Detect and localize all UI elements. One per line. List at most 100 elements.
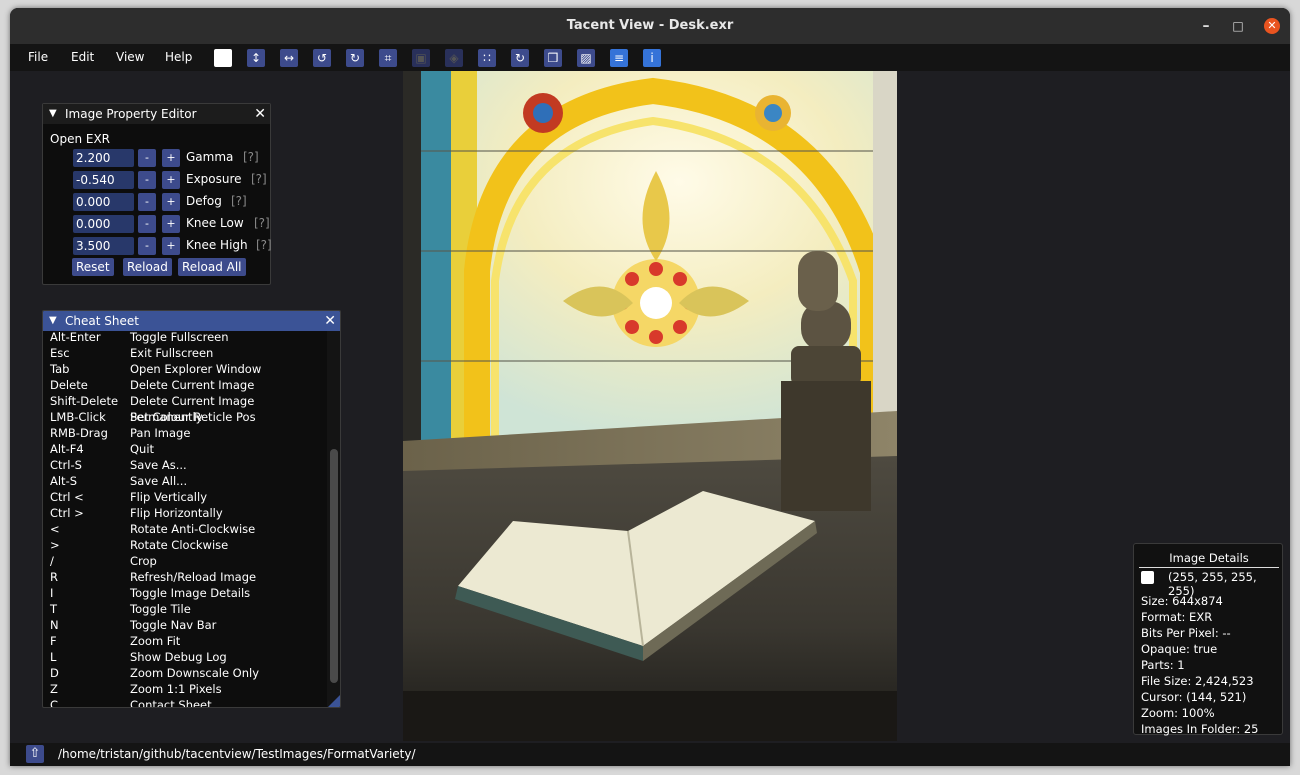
menu-bar: File Edit View Help ↕ ↔ ↺ ↻ ⌗ ▣ ◈ ∷ ↻ ❒ ▨ ≡ i	[10, 44, 1290, 71]
knee-low-label: Knee Low	[186, 216, 244, 230]
shortcut-action: Contact Sheet...	[130, 698, 223, 708]
knee-low-decrement-button[interactable]: -	[138, 215, 156, 233]
detail-line: Zoom: 100%	[1141, 706, 1215, 720]
gamma-input[interactable]: 2.200	[73, 149, 134, 167]
defog-increment-button[interactable]: +	[162, 193, 180, 211]
menu-view[interactable]: View	[116, 50, 144, 64]
knee-high-increment-button[interactable]: +	[162, 237, 180, 255]
defog-label: Defog	[186, 194, 222, 208]
knee-high-decrement-button[interactable]: -	[138, 237, 156, 255]
minimize-button[interactable]: –	[1198, 18, 1214, 34]
property-editor-close-icon[interactable]: ✕	[254, 104, 266, 124]
shortcut-key: Delete	[50, 378, 88, 392]
cheat-sheet-row: Ctrl < Flip Vertically	[43, 489, 328, 505]
reload-button[interactable]: Reload	[123, 258, 172, 276]
cheat-sheet-row: Tab Open Explorer Window	[43, 361, 328, 377]
rotate-clockwise-icon[interactable]: ↻	[346, 49, 364, 67]
menu-edit[interactable]: Edit	[71, 50, 94, 64]
resize-grip-icon[interactable]	[328, 695, 340, 707]
flip-horizontal-icon[interactable]: ↔	[280, 49, 298, 67]
rotate-anticlockwise-icon[interactable]: ↺	[313, 49, 331, 67]
defog-decrement-button[interactable]: -	[138, 193, 156, 211]
shortcut-action: Toggle Tile	[130, 602, 191, 616]
close-button[interactable]: ✕	[1264, 18, 1280, 34]
detail-line: File Size: 2,424,523	[1141, 674, 1254, 688]
property-editor-header[interactable]: ▼ Image Property Editor ✕	[43, 104, 270, 124]
shortcut-action: Rotate Clockwise	[130, 538, 229, 552]
shortcut-action: Toggle Image Details	[130, 586, 251, 600]
cheat-sheet-row: RMB-Drag Pan Image	[43, 425, 328, 441]
gamma-increment-button[interactable]: +	[162, 149, 180, 167]
colour-swatch-icon[interactable]	[214, 49, 232, 67]
window-title: Tacent View - Desk.exr	[566, 18, 734, 33]
collapse-triangle-icon[interactable]: ▼	[49, 311, 57, 331]
exposure-increment-button[interactable]: +	[162, 171, 180, 189]
cheat-sheet-scrollbar[interactable]	[327, 331, 340, 707]
detail-line: Parts: 1	[1141, 658, 1185, 672]
shortcut-key: <	[50, 522, 60, 536]
reload-all-button[interactable]: Reload All	[178, 258, 246, 276]
folder-path[interactable]: /home/tristan/github/tacentview/TestImag…	[58, 747, 416, 761]
shortcut-key: R	[50, 570, 58, 584]
help-marker[interactable]: [?]	[256, 238, 272, 252]
content-view-icon[interactable]: ▨	[577, 49, 595, 67]
menu-help[interactable]: Help	[165, 50, 192, 64]
help-marker[interactable]: [?]	[254, 216, 270, 230]
colour-swatch	[1141, 571, 1154, 584]
gamma-label: Gamma	[186, 150, 234, 164]
exposure-decrement-button[interactable]: -	[138, 171, 156, 189]
scrollbar-thumb[interactable]	[330, 449, 338, 683]
frame-icon[interactable]: ▣	[412, 49, 430, 67]
shortcut-action: Quit	[130, 442, 155, 456]
displayed-image[interactable]	[403, 71, 897, 741]
delete-icon[interactable]: ❒	[544, 49, 562, 67]
cheat-sheet-close-icon[interactable]: ✕	[324, 311, 336, 331]
cheat-sheet-title: Cheat Sheet	[65, 314, 139, 328]
detail-line: Opaque: true	[1141, 642, 1218, 656]
shortcut-key: L	[50, 650, 57, 664]
help-marker[interactable]: [?]	[231, 194, 247, 208]
shortcut-key: C	[50, 698, 59, 708]
knee-low-input[interactable]: 0.000	[73, 215, 134, 233]
info-icon[interactable]: i	[643, 49, 661, 67]
shortcut-action: Pan Image	[130, 426, 191, 440]
shortcut-action: Set Colour Reticle Pos	[130, 410, 256, 424]
details-title: Image Details	[1139, 551, 1279, 568]
shortcut-key: D	[50, 666, 59, 680]
exposure-input[interactable]: -0.540	[73, 171, 134, 189]
menu-file[interactable]: File	[28, 50, 48, 64]
shortcut-key: Alt-S	[50, 474, 78, 488]
shortcut-action: Show Debug Log	[130, 650, 227, 664]
cheat-sheet-row: L Show Debug Log	[43, 649, 328, 665]
up-folder-icon[interactable]: ⇧	[26, 745, 44, 763]
shortcut-action: Crop	[130, 554, 157, 568]
shortcut-key: F	[50, 634, 57, 648]
title-bar: Tacent View - Desk.exr – □ ✕	[10, 8, 1290, 44]
maximize-button[interactable]: □	[1230, 18, 1246, 34]
gamma-decrement-button[interactable]: -	[138, 149, 156, 167]
stained-glass-photo	[403, 71, 897, 741]
flip-vertical-icon[interactable]: ↕	[247, 49, 265, 67]
crop-icon[interactable]: ⌗	[379, 49, 397, 67]
knee-high-input[interactable]: 3.500	[73, 237, 134, 255]
shortcut-action: Zoom Fit	[130, 634, 181, 648]
shortcut-key: N	[50, 618, 59, 632]
refresh-icon[interactable]: ↻	[511, 49, 529, 67]
shortcut-key: Ctrl <	[50, 490, 84, 504]
cheat-sheet-row: Z Zoom 1:1 Pixels	[43, 681, 328, 697]
cheat-sheet-row: Ctrl > Flip Horizontally	[43, 505, 328, 521]
help-marker[interactable]: [?]	[251, 172, 267, 186]
knee-low-increment-button[interactable]: +	[162, 215, 180, 233]
tile-grid-icon[interactable]: ∷	[478, 49, 496, 67]
image-property-editor: ▼ Image Property Editor ✕ Open EXR 2.200…	[42, 103, 272, 285]
collapse-triangle-icon[interactable]: ▼	[49, 104, 57, 124]
settings-sliders-icon[interactable]: ≡	[610, 49, 628, 67]
help-marker[interactable]: [?]	[243, 150, 259, 164]
defog-input[interactable]: 0.000	[73, 193, 134, 211]
cheat-sheet-row: Esc Exit Fullscreen	[43, 345, 328, 361]
reset-button[interactable]: Reset	[72, 258, 114, 276]
cube-icon[interactable]: ◈	[445, 49, 463, 67]
cheat-sheet-header[interactable]: ▼ Cheat Sheet ✕	[43, 311, 340, 331]
shortcut-action: Rotate Anti-Clockwise	[130, 522, 256, 536]
detail-line: Cursor: (144, 521)	[1141, 690, 1247, 704]
